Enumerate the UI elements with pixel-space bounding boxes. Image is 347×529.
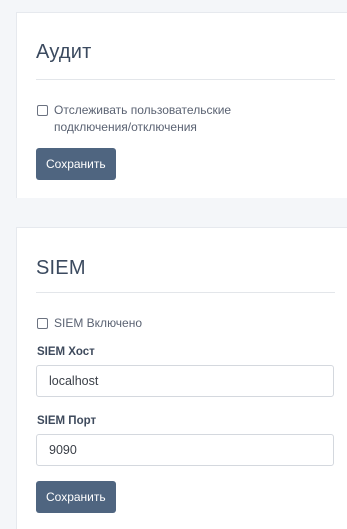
siem-enabled-label: SIEM Включено [54,316,143,330]
siem-enabled-checkbox[interactable] [37,318,48,329]
siem-port-input[interactable]: 9090 [36,434,334,466]
siem-host-input[interactable]: localhost [36,365,334,397]
siem-save-button[interactable]: Сохранить [36,481,116,513]
track-connections-checkbox[interactable] [37,105,48,116]
audit-divider [36,79,335,80]
siem-host-label: SIEM Хост [37,346,95,358]
siem-title: SIEM [36,257,86,279]
audit-save-button[interactable]: Сохранить [36,148,116,180]
audit-title: Аудит [36,41,92,63]
track-connections-label: Отслеживать пользовательские подключения… [54,103,232,134]
siem-port-label: SIEM Порт [37,415,97,427]
siem-enabled-checkbox-row[interactable]: SIEM Включено [37,315,142,332]
siem-divider [36,292,335,293]
audit-card: Аудит Отслеживать пользовательские подкл… [16,12,347,198]
track-connections-checkbox-row[interactable]: Отслеживать пользовательские подключения… [37,102,287,136]
siem-card: SIEM SIEM Включено SIEM Хост localhost S… [16,227,347,529]
